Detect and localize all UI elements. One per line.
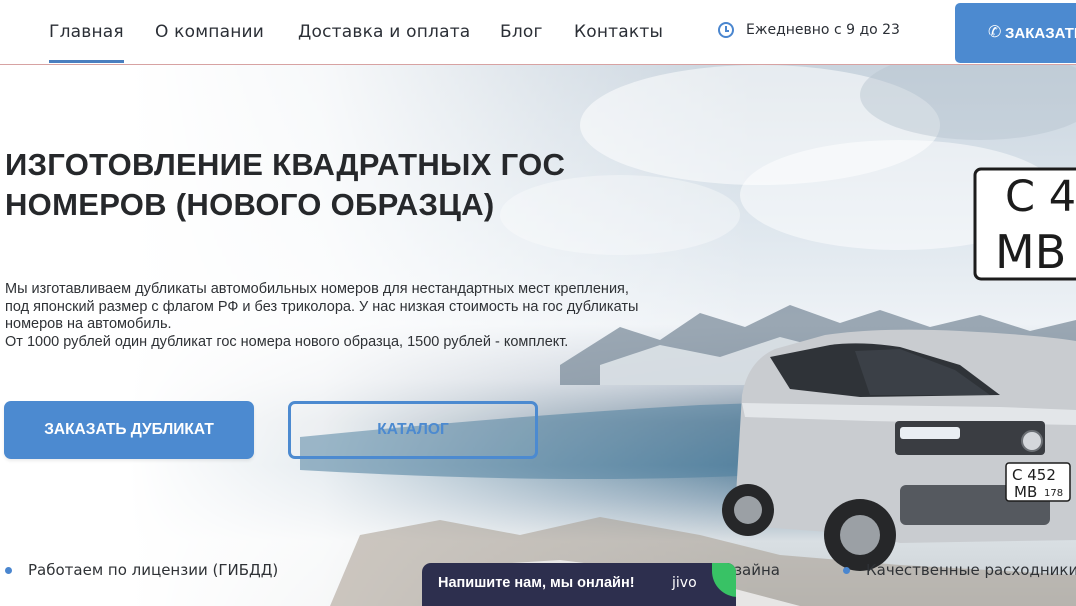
hero-description-line: под японский размер с флагом РФ и без тр… [5, 298, 639, 315]
phone-icon: ✆ [988, 24, 1002, 41]
clock-icon [718, 22, 734, 38]
car-plate-line2: МВ [1014, 483, 1037, 501]
hero-description-line: номеров на автомобиль. [5, 316, 172, 332]
hero-title-line1: ИЗГОТОВЛЕНИЕ КВАДРАТНЫХ ГОС [5, 147, 566, 182]
hero-description-line: Мы изготавливаем дубликаты автомобильных… [5, 281, 629, 297]
bullet-icon [843, 567, 850, 574]
feature-item: Работаем по лицензии (ГИБДД) [5, 561, 279, 579]
bullet-icon [5, 567, 12, 574]
hero-section: С 4 МВ С 452 МВ 178 ИЗГОТОВЛЕНИЕ КВАДРАТ… [0, 65, 1076, 606]
jivo-logo-icon: jivo [672, 575, 697, 591]
nav-about[interactable]: О компании [155, 22, 264, 42]
chat-status-icon [712, 563, 736, 597]
catalog-button[interactable]: КАТАЛОГ [288, 401, 538, 459]
nav-home[interactable]: Главная [49, 22, 124, 63]
feature-item: Качественные расходники [843, 561, 1076, 579]
hero-title-line2: НОМЕРОВ (НОВОГО ОБРАЗЦА) [5, 187, 495, 222]
car-plate-region: 178 [1044, 488, 1063, 499]
working-hours: Ежедневно с 9 до 23 [718, 22, 900, 38]
hero-description: Мы изготавливаем дубликаты автомобильных… [5, 281, 715, 351]
site-header: Главная О компании Доставка и оплата Бло… [0, 0, 1076, 65]
order-call-label: ЗАКАЗАТЬ [1005, 24, 1076, 42]
order-call-button[interactable]: ✆ ЗАКАЗАТЬ [955, 3, 1076, 63]
hero-title: ИЗГОТОВЛЕНИЕ КВАДРАТНЫХ ГОС НОМЕРОВ (НОВ… [5, 145, 645, 225]
plate-large-line1: С 4 [1005, 172, 1076, 222]
feature-label: Работаем по лицензии (ГИБДД) [28, 561, 279, 579]
nav-contacts[interactable]: Контакты [574, 22, 663, 42]
working-hours-text: Ежедневно с 9 до 23 [746, 22, 900, 38]
order-duplicate-button[interactable]: ЗАКАЗАТЬ ДУБЛИКАТ [4, 401, 254, 459]
plate-large-line2: МВ [995, 225, 1066, 279]
hero-description-line: От 1000 рублей один дубликат гос номера … [5, 333, 569, 350]
car-image: С 452 МВ 178 [722, 329, 1076, 571]
nav-blog[interactable]: Блог [500, 22, 543, 42]
license-plate-large: С 4 МВ [973, 167, 1076, 281]
feature-label: Качественные расходники [866, 561, 1076, 579]
chat-message: Напишите нам, мы онлайн! [438, 575, 635, 591]
car-plate-line1: С 452 [1012, 466, 1056, 484]
nav-delivery[interactable]: Доставка и оплата [298, 22, 470, 42]
chat-widget[interactable]: Напишите нам, мы онлайн! jivo [422, 563, 736, 606]
